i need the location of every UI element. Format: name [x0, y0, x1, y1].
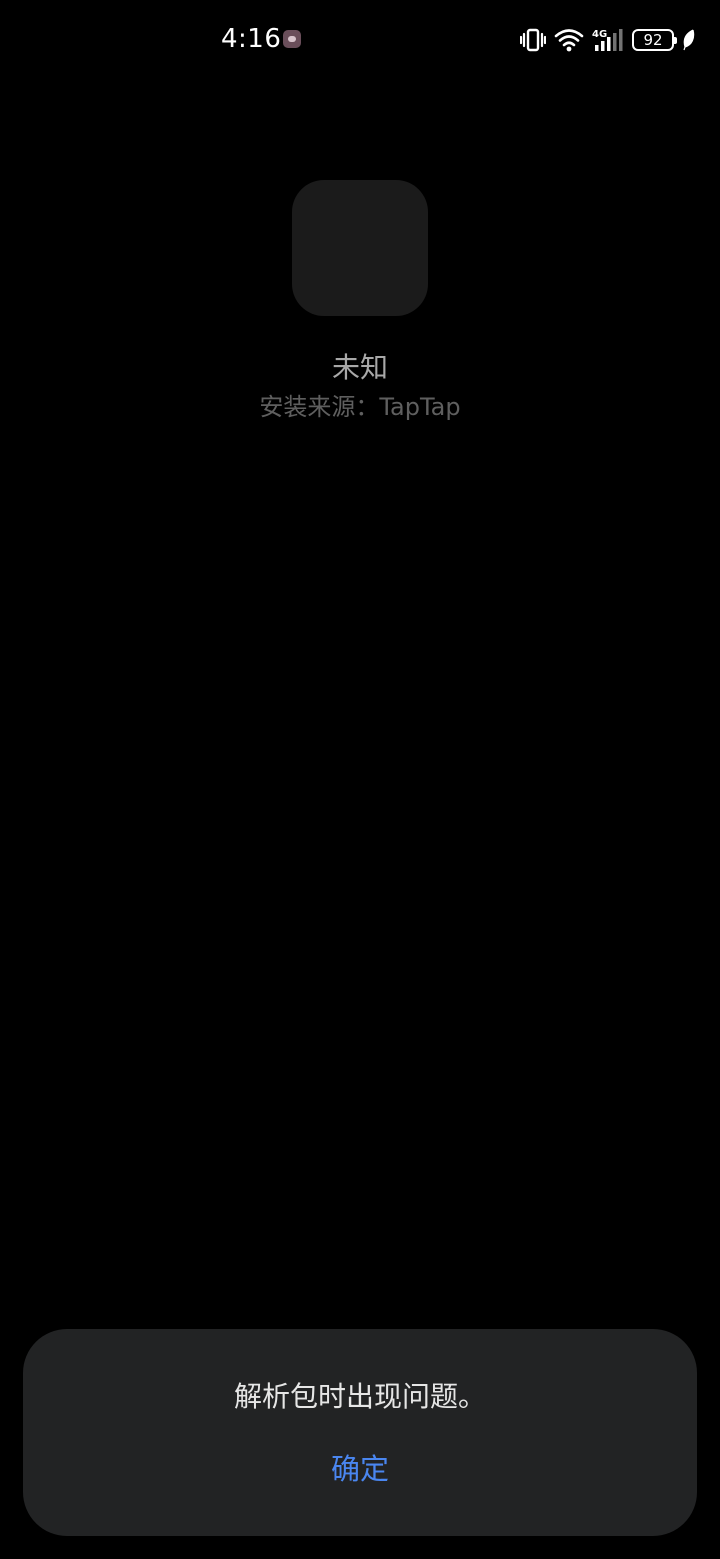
app-name: 未知 — [331, 351, 388, 384]
battery-level: 92 — [643, 31, 663, 49]
confirm-button[interactable]: 确定 — [310, 1444, 410, 1494]
vibrate-icon — [520, 28, 546, 52]
battery-saver-leaf-icon — [682, 29, 696, 51]
status-icons: 4G 92 — [520, 26, 696, 54]
battery-icon: 92 — [632, 29, 677, 51]
app-icon-placeholder — [292, 180, 428, 316]
cellular-signal-icon: 4G — [592, 27, 624, 53]
package-installer-screen: 4:16 4G 92 未知 安装来源：TapTap 解析包时出现问题。 确定 — [0, 0, 720, 1559]
error-dialog: 解析包时出现问题。 确定 — [23, 1329, 697, 1536]
status-bar: 4:16 4G 92 — [0, 0, 720, 80]
app-notification-icon — [283, 30, 301, 48]
dialog-message: 解析包时出现问题。 — [233, 1380, 486, 1413]
network-type-label: 4G — [592, 29, 607, 40]
status-time: 4:16 — [221, 24, 282, 54]
install-source: 安装来源：TapTap — [259, 393, 461, 421]
wifi-icon — [554, 28, 584, 52]
